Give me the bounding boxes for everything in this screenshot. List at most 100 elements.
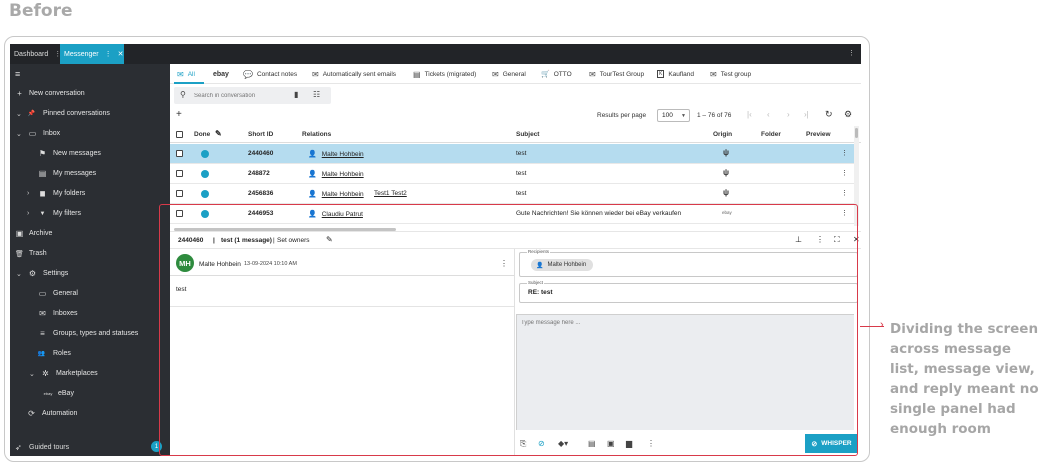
tab-test-group[interactable]: ✉ Test group — [710, 64, 751, 84]
tab-kaufland[interactable]: K Kaufland — [657, 64, 694, 84]
tab-general[interactable]: ✉ General — [492, 64, 526, 84]
row-menu-icon[interactable]: ⋮ — [841, 169, 848, 177]
search-input[interactable] — [194, 90, 284, 101]
chevron-down-icon[interactable]: ⌄ — [16, 130, 22, 138]
column-header[interactable]: Preview — [806, 131, 831, 138]
tab-all[interactable]: ✉ All — [177, 64, 195, 84]
sidebar-item-ebay[interactable]: ebay eBay — [10, 384, 167, 403]
sidebar-item-new-messages[interactable]: ⚑ New messages — [10, 144, 167, 163]
row-checkbox[interactable] — [176, 170, 183, 177]
sidebar-item-marketplaces[interactable]: ⌄ ✲ Marketplaces — [10, 364, 167, 383]
tab-label: General — [502, 70, 526, 78]
mail-icon: ✉ — [312, 69, 319, 79]
saved-search-icon[interactable]: ▮ — [294, 90, 298, 99]
hamburger-icon[interactable]: ≡ — [15, 69, 20, 79]
sidebar-item-label: Groups, types and statuses — [53, 330, 139, 337]
tab-ebay[interactable]: ebay — [213, 64, 229, 84]
sidebar-item-my-filters[interactable]: › ▼ My filters — [10, 204, 167, 223]
tab-tourtest-group[interactable]: ✉ TourTest Group — [589, 64, 644, 84]
sidebar-item-my-folders[interactable]: › ▆ My folders — [10, 184, 167, 203]
tab-tickets-migrated[interactable]: ▤ Tickets (migrated) — [413, 64, 476, 84]
sidebar-item-label: Inboxes — [53, 310, 78, 317]
first-page-icon[interactable]: |‹ — [747, 110, 752, 119]
chevron-down-icon[interactable]: ⌄ — [16, 270, 22, 278]
sidebar-item-label: My filters — [53, 210, 81, 217]
tab-contact-notes[interactable]: 💬 Contact notes — [243, 64, 297, 84]
guided-tours[interactable]: ➶ Guided tours 1 — [10, 439, 167, 456]
relation-link[interactable]: Test1 Test2 — [374, 190, 407, 197]
guided-tours-label: Guided tours — [29, 444, 70, 451]
flag-icon: ⚑ — [38, 149, 47, 158]
sidebar-item-label: Settings — [43, 270, 69, 277]
sidebar-item-archive[interactable]: ▣ Archive — [10, 224, 167, 243]
origin-icon: ψ — [723, 188, 730, 197]
sidebar-item-inboxes[interactable]: ✉ Inboxes — [10, 304, 167, 323]
column-header[interactable]: Origin — [713, 131, 732, 138]
relation-link[interactable]: 👤 Malte Hohbein — [308, 150, 364, 159]
sidebar-item-new-conversation[interactable]: + New conversation — [10, 84, 167, 103]
sidebar-item-label: Inbox — [43, 130, 61, 137]
sidebar-item-trash[interactable]: 🗑 Trash — [10, 244, 167, 263]
last-page-icon[interactable]: ›| — [804, 110, 809, 119]
row-checkbox[interactable] — [176, 190, 183, 197]
prev-page-icon[interactable]: ‹ — [767, 110, 770, 119]
row-checkbox[interactable] — [176, 150, 183, 157]
short-id: 2440460 — [248, 150, 274, 157]
tab-otto[interactable]: 🛒 OTTO — [541, 64, 572, 84]
column-header[interactable]: Folder — [761, 131, 781, 138]
filter-settings-icon[interactable]: ☷ — [313, 90, 320, 99]
active-tab-indicator — [174, 82, 204, 84]
inbox-user-icon: ▤ — [38, 169, 47, 178]
sidebar-item-groups[interactable]: ≡ Groups, types and statuses — [10, 324, 167, 343]
table-row[interactable]: 248872 👤 Malte Hohbein test ψ ⋮ — [170, 164, 854, 184]
tab-messenger[interactable]: Messenger ⋮ ✕ — [60, 44, 124, 64]
tab-close-icon[interactable]: ✕ — [118, 50, 124, 58]
column-header[interactable]: Relations — [302, 131, 331, 138]
sidebar-item-general[interactable]: ▭ General — [10, 284, 167, 303]
origin-icon: ψ — [723, 148, 730, 157]
short-id: 2456836 — [248, 190, 274, 197]
sidebar-item-my-messages[interactable]: ▤ My messages — [10, 164, 167, 183]
ebay-icon: ebay — [213, 70, 229, 78]
filter-icon: ▼ — [39, 210, 46, 217]
pin-icon: 📌 — [27, 111, 36, 117]
tab-label: Test group — [720, 70, 752, 78]
tab-dashboard[interactable]: Dashboard ⋮ — [10, 44, 61, 64]
gear-icon[interactable]: ⚙ — [844, 109, 852, 120]
table-row[interactable]: 2440460 👤 Malte Hohbein test ψ ⋮ — [170, 144, 854, 164]
sidebar-item-automation[interactable]: ⟳ Automation — [10, 404, 167, 423]
sidebar-item-inbox[interactable]: ⌄ ▭ Inbox — [10, 124, 167, 143]
column-header[interactable]: Subject — [516, 131, 539, 138]
window-menu-icon[interactable]: ⋮ — [848, 49, 855, 57]
refresh-icon[interactable]: ↻ — [825, 109, 833, 120]
tab-automatically-sent[interactable]: ✉ Automatically sent emails — [312, 64, 396, 84]
next-page-icon[interactable]: › — [787, 110, 790, 119]
column-header[interactable]: Done — [194, 131, 210, 138]
chevron-down-icon[interactable]: ⌄ — [29, 370, 35, 378]
select-all-checkbox[interactable] — [176, 131, 183, 138]
mail-icon: ✉ — [492, 69, 499, 79]
row-menu-icon[interactable]: ⋮ — [841, 189, 848, 197]
chevron-down-icon[interactable]: ⌄ — [16, 110, 22, 118]
ebay-icon: ebay — [43, 391, 53, 396]
add-button[interactable]: + — [176, 109, 182, 120]
column-header[interactable]: Short ID — [248, 131, 273, 138]
relation-link[interactable]: 👤 Malte Hohbein — [308, 190, 364, 199]
sidebar-item-label: New messages — [53, 150, 101, 157]
folder-icon: ▆ — [40, 191, 45, 197]
sidebar-item-roles[interactable]: 👥 Roles — [10, 344, 167, 363]
per-page-select[interactable]: 100 ▼ — [657, 109, 690, 122]
scroll-thumb[interactable] — [855, 128, 858, 138]
tab-messenger-menu-icon[interactable]: ⋮ — [105, 50, 112, 58]
sidebar-item-label: Roles — [53, 350, 71, 357]
chevron-right-icon[interactable]: › — [27, 210, 29, 217]
relation-link[interactable]: 👤 Malte Hohbein — [308, 170, 364, 179]
inbox-icon: ▭ — [28, 129, 37, 138]
edit-icon[interactable]: ✎ — [215, 129, 222, 138]
table-row[interactable]: 2456836 👤 Malte Hohbein Test1 Test2 test … — [170, 184, 854, 204]
row-menu-icon[interactable]: ⋮ — [841, 149, 848, 157]
chevron-right-icon[interactable]: › — [27, 190, 29, 197]
sidebar-item-pinned[interactable]: ⌄ 📌 Pinned conversations — [10, 104, 167, 123]
status-dot — [201, 170, 209, 178]
sidebar-item-settings[interactable]: ⌄ ⚙ Settings — [10, 264, 167, 283]
